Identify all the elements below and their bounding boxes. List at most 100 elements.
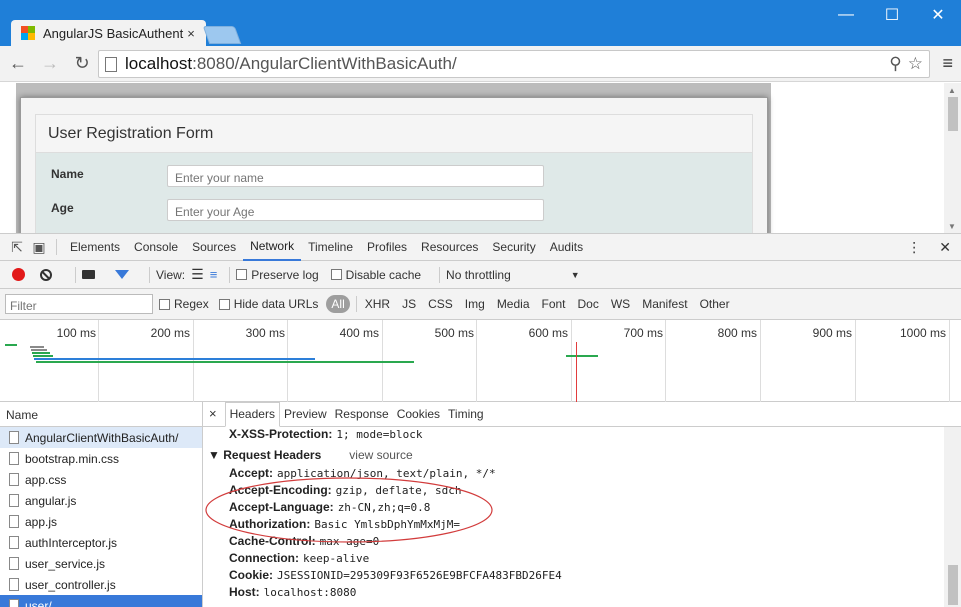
type-filter-js[interactable]: JS bbox=[402, 297, 416, 311]
menu-icon[interactable]: ≡ bbox=[942, 53, 953, 74]
close-window-button[interactable]: ✕ bbox=[915, 0, 961, 30]
screenshot-camera-icon[interactable] bbox=[82, 270, 95, 279]
timeline-tick: 900 ms bbox=[812, 326, 852, 340]
expand-triangle-icon[interactable]: ▼ bbox=[208, 448, 220, 462]
tab-console[interactable]: Console bbox=[127, 234, 185, 261]
timeline-bar bbox=[33, 355, 53, 357]
request-headers-section[interactable]: ▼ Request Headers view source bbox=[208, 448, 413, 462]
preserve-log-checkbox[interactable]: Preserve log bbox=[236, 268, 319, 282]
back-arrow-icon[interactable]: ← bbox=[4, 50, 32, 78]
filter-bar: Regex Hide data URLs All XHR JS CSS Img … bbox=[0, 289, 961, 320]
type-filter-xhr[interactable]: XHR bbox=[365, 297, 390, 311]
details-scroll-thumb[interactable] bbox=[948, 565, 958, 605]
script-file-icon bbox=[9, 515, 19, 528]
type-filter-media[interactable]: Media bbox=[497, 297, 530, 311]
clear-icon[interactable] bbox=[40, 268, 52, 281]
tab-sources[interactable]: Sources bbox=[185, 234, 243, 261]
tab-timing[interactable]: Timing bbox=[444, 407, 488, 426]
forward-arrow-icon[interactable]: → bbox=[36, 50, 64, 78]
tab-cookies[interactable]: Cookies bbox=[393, 407, 444, 426]
throttling-select[interactable]: No throttling bbox=[446, 268, 511, 282]
tab-close-icon[interactable]: × bbox=[184, 26, 198, 41]
request-details: × Headers Preview Response Cookies Timin… bbox=[203, 402, 961, 607]
request-row[interactable]: AngularClientWithBasicAuth/ bbox=[0, 427, 202, 448]
scroll-up-icon[interactable]: ▲ bbox=[948, 86, 956, 95]
favicon-icon bbox=[21, 26, 35, 40]
request-row[interactable]: bootstrap.min.css bbox=[0, 448, 202, 469]
timeline-bar bbox=[36, 361, 414, 363]
tab-headers[interactable]: Headers bbox=[224, 402, 280, 427]
reload-icon[interactable]: ↻ bbox=[68, 50, 96, 78]
tab-profiles[interactable]: Profiles bbox=[360, 234, 414, 261]
document-file-icon bbox=[9, 431, 19, 444]
tab-security[interactable]: Security bbox=[485, 234, 542, 261]
type-filter-doc[interactable]: Doc bbox=[578, 297, 599, 311]
address-bar[interactable]: localhost:8080/AngularClientWithBasicAut… bbox=[98, 50, 930, 78]
tab-response[interactable]: Response bbox=[331, 407, 393, 426]
new-tab-button[interactable] bbox=[202, 26, 242, 44]
view-source-link[interactable]: view source bbox=[349, 448, 412, 462]
type-filter-img[interactable]: Img bbox=[465, 297, 485, 311]
name-label: Name bbox=[51, 167, 84, 181]
hide-data-urls-checkbox[interactable]: Hide data URLs bbox=[218, 297, 318, 311]
tab-network[interactable]: Network bbox=[243, 234, 302, 261]
age-input[interactable] bbox=[167, 199, 544, 221]
type-filter-font[interactable]: Font bbox=[542, 297, 566, 311]
page-scroll-thumb[interactable] bbox=[948, 97, 958, 131]
device-mode-icon[interactable]: ▣ bbox=[28, 239, 50, 256]
header-line: Cookie: JSESSIONID=295309F93F6526E9BFCFA4… bbox=[229, 568, 562, 582]
browser-tab[interactable]: AngularJS BasicAuthenti × bbox=[11, 20, 206, 46]
magnifier-icon[interactable]: ⚲ bbox=[889, 54, 901, 74]
tab-preview[interactable]: Preview bbox=[280, 407, 331, 426]
tab-audits[interactable]: Audits bbox=[543, 234, 590, 261]
regex-checkbox[interactable]: Regex bbox=[159, 297, 209, 311]
more-options-icon[interactable]: ⋮ bbox=[907, 239, 921, 256]
page-scrollbar[interactable]: ▲ ▼ bbox=[944, 83, 961, 233]
close-devtools-icon[interactable]: ✕ bbox=[939, 239, 951, 256]
request-row-selected[interactable]: user/ bbox=[0, 595, 202, 607]
chevron-down-icon[interactable]: ▼ bbox=[571, 270, 580, 280]
type-filter-other[interactable]: Other bbox=[700, 297, 730, 311]
timeline-tick: 1000 ms bbox=[899, 326, 946, 340]
disable-cache-checkbox[interactable]: Disable cache bbox=[330, 268, 421, 282]
waterfall-view-icon[interactable]: ≡ bbox=[210, 267, 218, 282]
age-label: Age bbox=[51, 201, 74, 215]
minimize-button[interactable]: — bbox=[823, 0, 869, 30]
url-host: localhost bbox=[125, 54, 193, 73]
list-view-icon[interactable]: ☰ bbox=[191, 266, 204, 283]
type-filter-css[interactable]: CSS bbox=[428, 297, 453, 311]
type-filter-ws[interactable]: WS bbox=[611, 297, 630, 311]
devtools-tabbar: ⇱ ▣ Elements Console Sources Network Tim… bbox=[0, 234, 961, 261]
timeline-bar bbox=[32, 352, 50, 354]
request-row[interactable]: user_service.js bbox=[0, 553, 202, 574]
record-icon[interactable] bbox=[12, 268, 25, 281]
timeline-bar bbox=[34, 358, 315, 360]
request-row[interactable]: authInterceptor.js bbox=[0, 532, 202, 553]
details-scrollbar[interactable] bbox=[944, 427, 961, 607]
scroll-down-icon[interactable]: ▼ bbox=[948, 222, 956, 231]
request-row[interactable]: user_controller.js bbox=[0, 574, 202, 595]
close-details-icon[interactable]: × bbox=[209, 406, 217, 426]
url-text[interactable]: localhost:8080/AngularClientWithBasicAut… bbox=[125, 54, 457, 74]
annotation-ellipse bbox=[205, 477, 493, 543]
request-row[interactable]: app.css bbox=[0, 469, 202, 490]
tab-resources[interactable]: Resources bbox=[414, 234, 485, 261]
request-row[interactable]: app.js bbox=[0, 511, 202, 532]
type-filter-all[interactable]: All bbox=[326, 295, 350, 313]
stylesheet-file-icon bbox=[9, 473, 19, 486]
request-row[interactable]: angular.js bbox=[0, 490, 202, 511]
registration-panel: User Registration Form Name Age bbox=[20, 97, 768, 233]
tab-timeline[interactable]: Timeline bbox=[301, 234, 360, 261]
filter-input[interactable] bbox=[5, 294, 153, 314]
filter-funnel-icon[interactable] bbox=[115, 270, 129, 279]
inspect-element-icon[interactable]: ⇱ bbox=[6, 239, 28, 256]
tab-elements[interactable]: Elements bbox=[63, 234, 127, 261]
name-column-header[interactable]: Name bbox=[0, 402, 202, 427]
script-file-icon bbox=[9, 536, 19, 549]
star-icon[interactable]: ☆ bbox=[908, 54, 923, 74]
name-input[interactable] bbox=[167, 165, 544, 187]
network-overview-timeline[interactable]: 100 ms 200 ms 300 ms 400 ms 500 ms 600 m… bbox=[0, 320, 961, 402]
xhr-file-icon bbox=[9, 599, 19, 607]
type-filter-manifest[interactable]: Manifest bbox=[642, 297, 687, 311]
maximize-button[interactable]: ☐ bbox=[869, 0, 915, 30]
